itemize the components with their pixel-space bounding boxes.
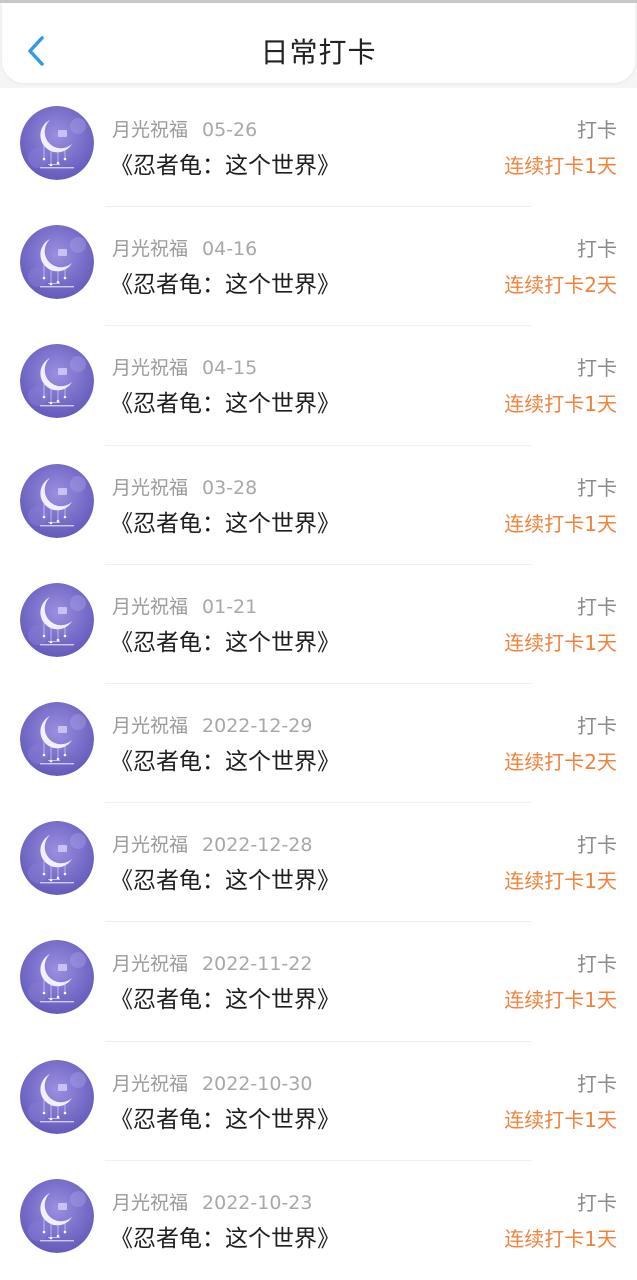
username: 月光祝福 (112, 476, 189, 499)
streak-label: 连续打卡1天 (504, 392, 617, 417)
book-title: 《忍者龟：这个世界》 (110, 153, 340, 179)
list-item[interactable]: 月光祝福 05-26 《忍者龟：这个世界》 打卡 连续打卡1天 (0, 88, 637, 208)
checkin-date: 03-28 (202, 476, 258, 499)
item-meta: 月光祝福 2022-10-23 (112, 1188, 312, 1215)
avatar[interactable] (20, 225, 94, 300)
streak-label: 连续打卡1天 (504, 511, 617, 536)
item-meta: 月光祝福 2022-11-22 (112, 949, 312, 976)
streak-label: 连续打卡1天 (504, 988, 617, 1013)
book-title: 《忍者龟：这个世界》 (110, 510, 340, 537)
checkin-action-label: 打卡 (577, 833, 617, 858)
item-meta: 月光祝福 04-15 (112, 353, 257, 380)
moon-avatar-icon (20, 940, 94, 1015)
checkin-action-label: 打卡 (577, 237, 617, 262)
checkin-date: 04-15 (202, 357, 258, 380)
avatar[interactable] (20, 463, 94, 538)
item-meta: 月光祝福 01-21 (112, 592, 257, 619)
book-title: 《忍者龟：这个世界》 (110, 629, 340, 656)
streak-label: 连续打卡1天 (504, 869, 617, 894)
item-meta: 月光祝福 2022-12-29 (112, 711, 312, 738)
username: 月光祝福 (112, 357, 189, 380)
list-item[interactable]: 月光祝福 2022-12-28 《忍者龟：这个世界》 打卡 连续打卡1天 (0, 803, 637, 923)
moon-avatar-icon (20, 821, 94, 896)
moon-avatar-icon (20, 344, 94, 419)
book-title: 《忍者龟：这个世界》 (110, 987, 340, 1014)
streak-label: 连续打卡2天 (504, 273, 617, 298)
item-meta: 月光祝福 04-16 (112, 234, 257, 261)
checkin-date: 2022-10-30 (202, 1072, 313, 1095)
moon-avatar-icon (20, 225, 94, 300)
book-title: 《忍者龟：这个世界》 (110, 1106, 340, 1133)
book-title: 《忍者龟：这个世界》 (110, 748, 340, 775)
list-item[interactable]: 月光祝福 03-28 《忍者龟：这个世界》 打卡 连续打卡1天 (0, 446, 637, 565)
checkin-action-label: 打卡 (577, 713, 617, 738)
item-meta: 月光祝福 2022-10-30 (112, 1069, 312, 1096)
checkin-action-label: 打卡 (577, 1190, 617, 1215)
moon-avatar-icon (20, 1059, 94, 1134)
list-item[interactable]: 月光祝福 04-15 《忍者龟：这个世界》 打卡 连续打卡1天 (0, 326, 637, 446)
list-item[interactable]: 月光祝福 01-21 《忍者龟：这个世界》 打卡 连续打卡1天 (0, 565, 637, 685)
checkin-action-label: 打卡 (577, 118, 617, 142)
checkin-date: 2022-11-22 (202, 953, 313, 976)
streak-label: 连续打卡2天 (504, 749, 617, 774)
checkin-action-label: 打卡 (577, 475, 617, 500)
list-item[interactable]: 月光祝福 2022-10-23 《忍者龟：这个世界》 打卡 连续打卡1天 (0, 1161, 637, 1280)
book-title: 《忍者龟：这个世界》 (110, 868, 340, 895)
nav-header: 日常打卡 (2, 3, 635, 83)
moon-avatar-icon (20, 582, 94, 657)
list-item[interactable]: 月光祝福 2022-10-30 《忍者龟：这个世界》 打卡 连续打卡1天 (0, 1042, 637, 1161)
username: 月光祝福 (112, 1072, 189, 1095)
item-meta: 月光祝福 05-26 (112, 115, 257, 142)
list-item[interactable]: 月光祝福 2022-11-22 《忍者龟：这个世界》 打卡 连续打卡1天 (0, 922, 637, 1042)
username: 月光祝福 (112, 595, 189, 618)
item-meta: 月光祝福 03-28 (112, 473, 257, 500)
item-meta: 月光祝福 2022-12-28 (112, 830, 312, 857)
checkin-action-label: 打卡 (577, 356, 617, 381)
avatar[interactable] (20, 344, 94, 419)
streak-label: 连续打卡1天 (504, 154, 617, 178)
avatar[interactable] (20, 701, 94, 776)
page-title: 日常打卡 (260, 36, 377, 69)
book-title: 《忍者龟：这个世界》 (110, 391, 340, 418)
username: 月光祝福 (112, 834, 189, 857)
avatar[interactable] (20, 1178, 94, 1253)
streak-label: 连续打卡1天 (504, 1226, 617, 1251)
checkin-date: 2022-12-29 (202, 714, 313, 737)
checkin-action-label: 打卡 (577, 952, 617, 977)
moon-avatar-icon (20, 463, 94, 538)
streak-label: 连续打卡1天 (504, 1107, 617, 1132)
book-title: 《忍者龟：这个世界》 (110, 1225, 340, 1252)
list-item[interactable]: 月光祝福 04-16 《忍者龟：这个世界》 打卡 连续打卡2天 (0, 207, 637, 327)
username: 月光祝福 (112, 238, 189, 261)
username: 月光祝福 (112, 119, 189, 141)
moon-avatar-icon (20, 701, 94, 776)
username: 月光祝福 (112, 953, 189, 976)
checkin-date: 05-26 (202, 119, 258, 141)
avatar[interactable] (20, 821, 94, 896)
checkin-date: 04-16 (202, 238, 258, 261)
username: 月光祝福 (112, 1191, 189, 1214)
username: 月光祝福 (112, 714, 189, 737)
avatar[interactable] (20, 582, 94, 657)
checkin-action-label: 打卡 (577, 594, 617, 619)
avatar[interactable] (20, 940, 94, 1015)
book-title: 《忍者龟：这个世界》 (110, 272, 340, 299)
streak-label: 连续打卡1天 (504, 630, 617, 655)
checkin-date: 01-21 (202, 595, 258, 618)
checkin-date: 2022-10-23 (202, 1191, 313, 1214)
avatar[interactable] (20, 1059, 94, 1134)
checkin-action-label: 打卡 (577, 1071, 617, 1096)
checkin-date: 2022-12-28 (202, 834, 313, 857)
moon-avatar-icon (20, 1178, 94, 1253)
checkin-list: 月光祝福 05-26 《忍者龟：这个世界》 打卡 连续打卡1天 月光祝福 04-16… (0, 88, 637, 1280)
moon-avatar-icon (20, 106, 94, 180)
list-item[interactable]: 月光祝福 2022-12-29 《忍者龟：这个世界》 打卡 连续打卡2天 (0, 684, 637, 804)
avatar[interactable] (20, 106, 94, 180)
